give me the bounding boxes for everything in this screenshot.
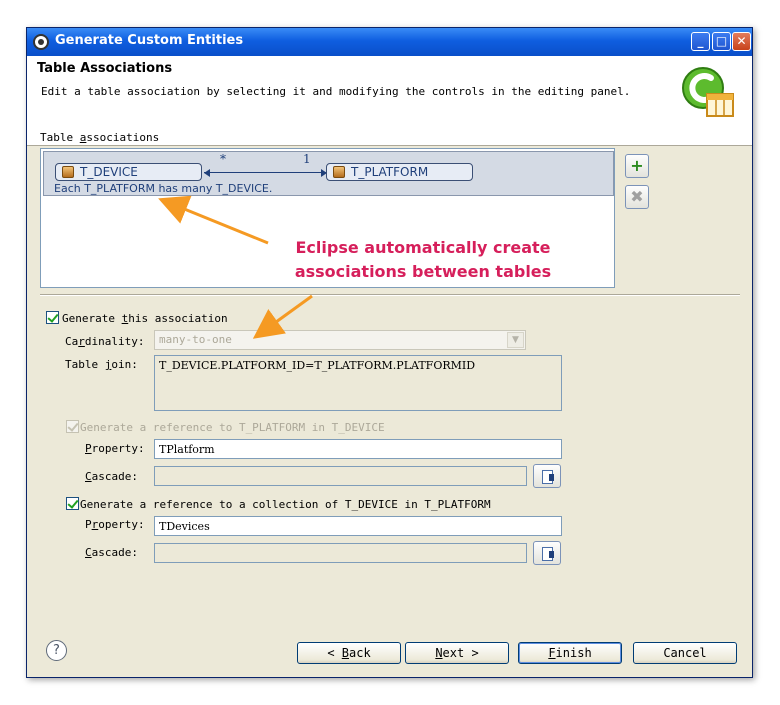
- annotation-arrows: [158, 195, 313, 339]
- annotation-arrow-to-row: [158, 195, 269, 245]
- annotation-arrow-to-checkbox: [252, 294, 313, 339]
